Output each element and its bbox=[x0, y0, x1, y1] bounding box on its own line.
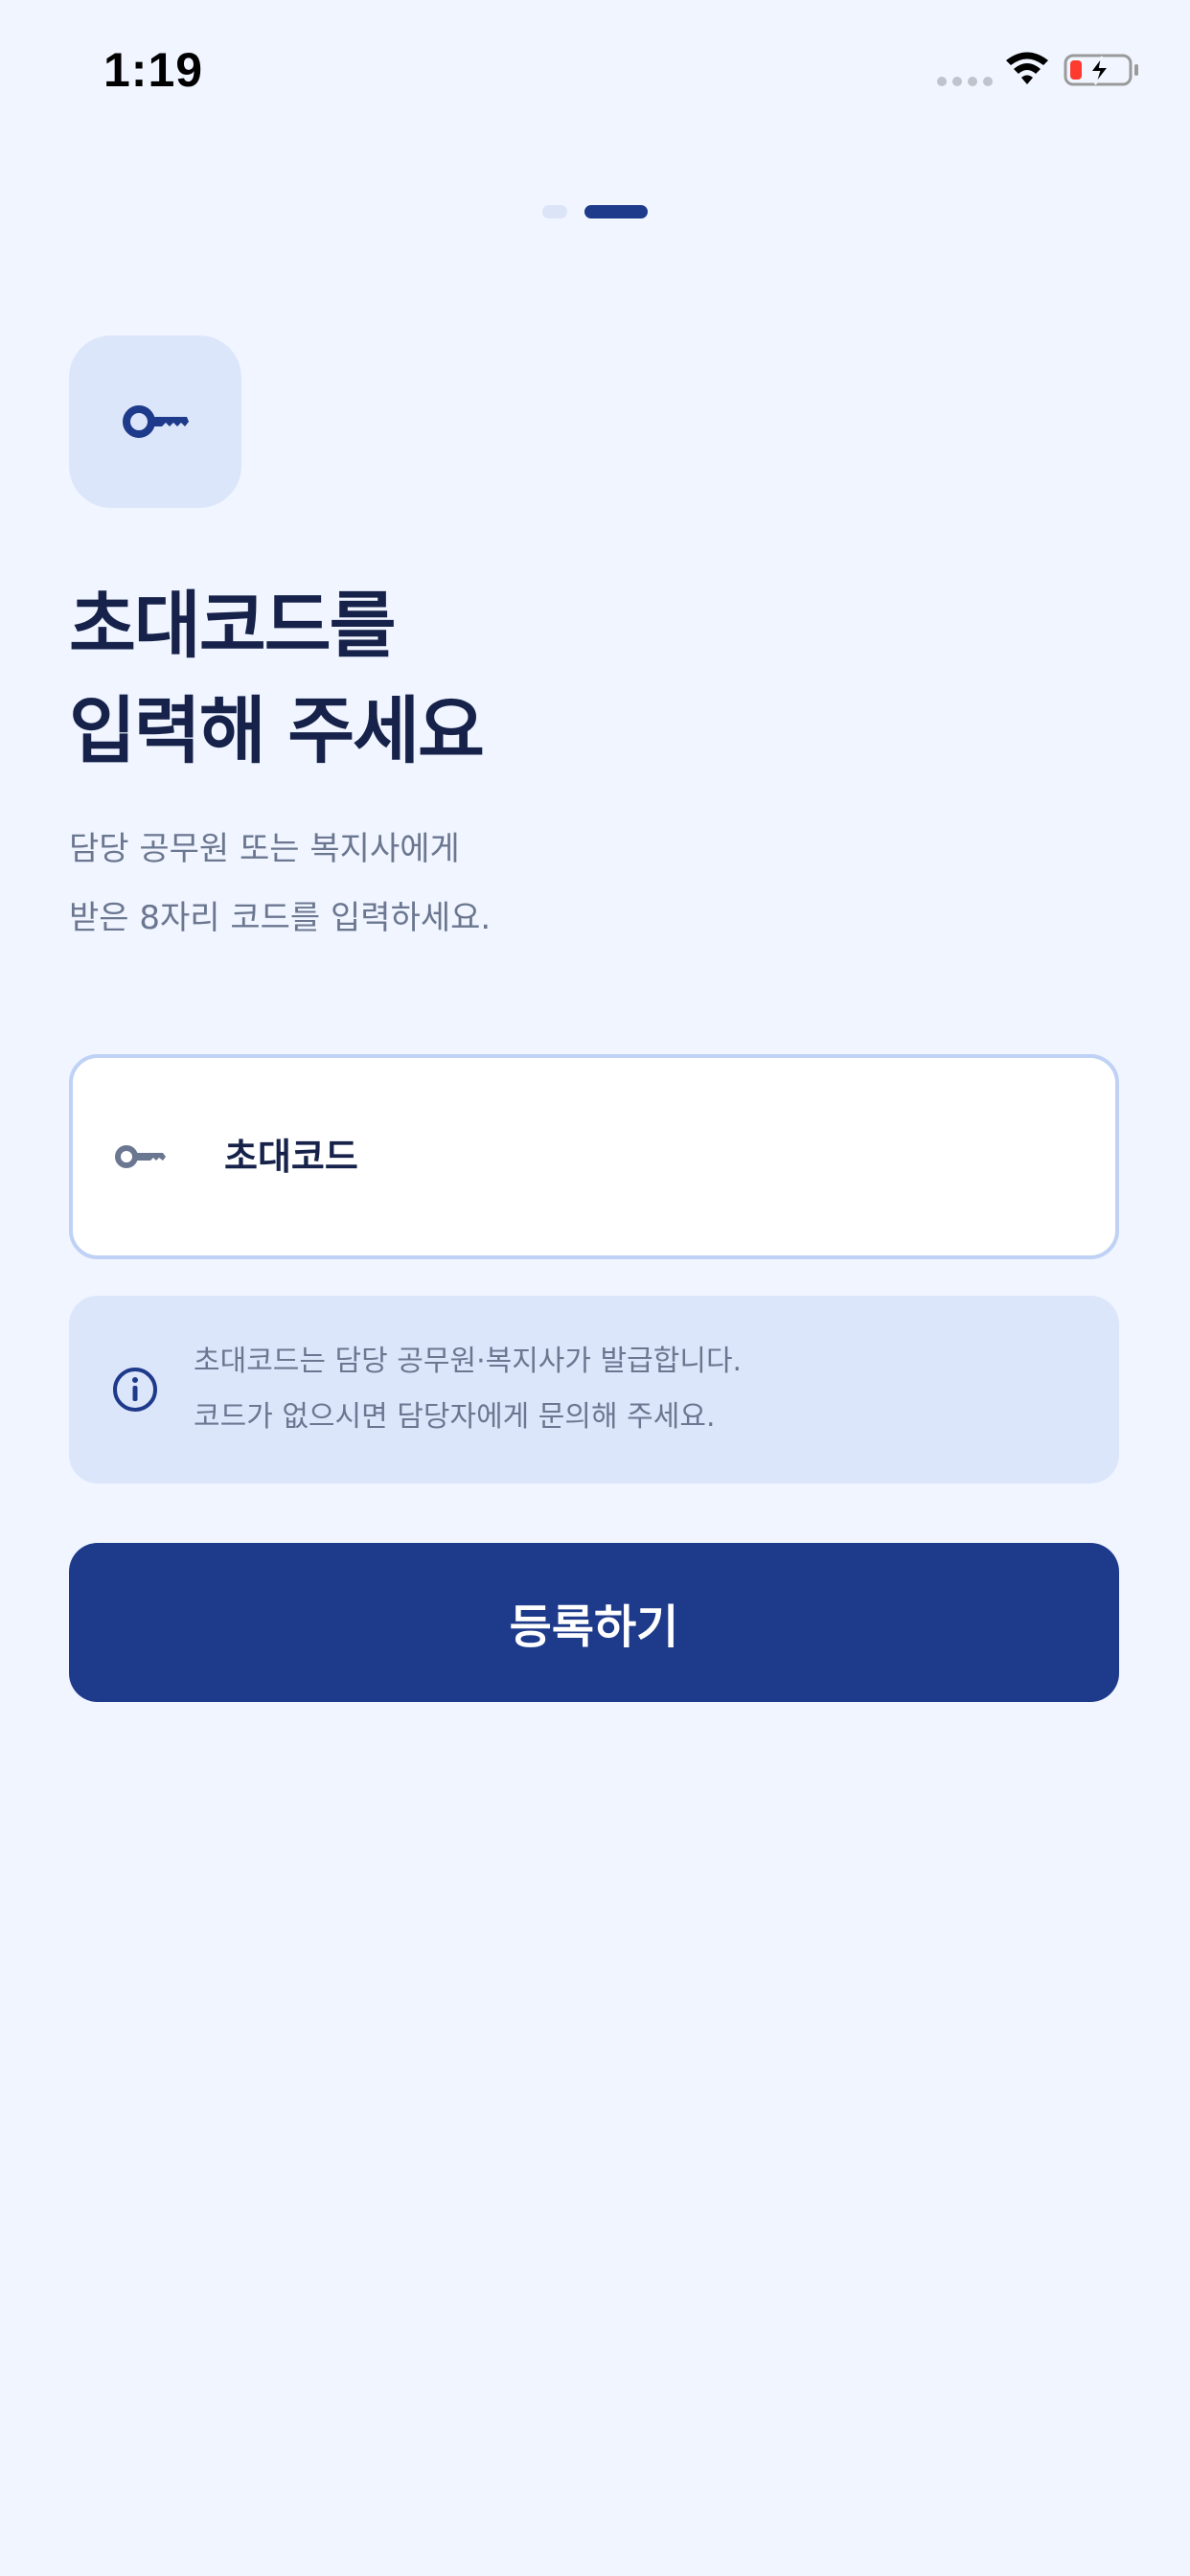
info-line: 코드가 없으시면 담당자에게 문의해 주세요. bbox=[194, 1400, 716, 1434]
hero-key-badge bbox=[69, 335, 241, 508]
status-bar: 1:19 bbox=[0, 0, 1190, 144]
invite-code-field[interactable] bbox=[69, 1054, 1119, 1259]
status-time: 1:19 bbox=[103, 43, 204, 97]
wifi-icon bbox=[1006, 52, 1048, 84]
invite-code-input[interactable] bbox=[222, 1135, 1041, 1179]
battery-charging-icon bbox=[1064, 54, 1138, 86]
info-icon bbox=[113, 1368, 157, 1412]
key-icon bbox=[123, 405, 189, 438]
key-icon bbox=[113, 1128, 171, 1185]
page-subtitle-line: 받은 8자리 코드를 입력하세요. bbox=[69, 899, 492, 937]
page-indicator bbox=[542, 205, 648, 218]
info-line: 초대코드는 담당 공무원·복지사가 발급합니다. bbox=[194, 1345, 743, 1378]
register-button[interactable]: 등록하기 bbox=[69, 1543, 1119, 1702]
page-subtitle-line: 담당 공무원 또는 복지사에게 bbox=[69, 830, 460, 868]
info-text: 초대코드는 담당 공무원·복지사가 발급합니다. 코드가 없으시면 담당자에게 … bbox=[194, 1334, 742, 1445]
page-subtitle: 담당 공무원 또는 복지사에게 받은 8자리 코드를 입력하세요. bbox=[69, 815, 491, 953]
page-dot-active bbox=[584, 205, 648, 218]
page-title-line: 초대코드를 bbox=[69, 583, 397, 668]
page-title: 초대코드를 입력해 주세요 bbox=[69, 573, 485, 784]
page-dot bbox=[542, 205, 567, 218]
info-notice: 초대코드는 담당 공무원·복지사가 발급합니다. 코드가 없으시면 담당자에게 … bbox=[69, 1296, 1119, 1484]
page-title-line: 입력해 주세요 bbox=[69, 688, 485, 773]
signal-dots-icon bbox=[937, 77, 993, 86]
